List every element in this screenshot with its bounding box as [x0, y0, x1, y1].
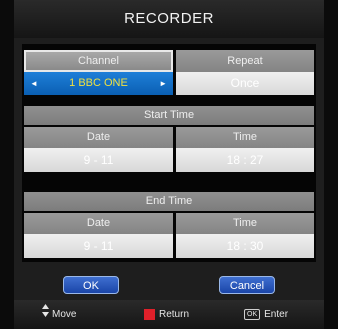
repeat-label: Repeat [227, 55, 263, 67]
start-date-label: Date [86, 131, 111, 143]
channel-header: Channel [24, 50, 173, 72]
repeat-value: Once [230, 76, 260, 90]
cancel-button[interactable]: Cancel [219, 276, 275, 294]
end-date-label: Date [86, 217, 111, 229]
enter-hint: OK Enter [244, 300, 288, 329]
start-time-title: Start Time [143, 109, 195, 121]
move-label: Move [52, 309, 77, 321]
move-hint: Move [42, 300, 76, 329]
channel-selector[interactable]: ◄ 1 BBC ONE ► [24, 72, 173, 95]
end-time-value: 18 : 30 [226, 239, 264, 253]
start-time-label: Time [232, 131, 258, 143]
red-key-icon [144, 308, 155, 320]
enter-label: Enter [264, 309, 289, 320]
ok-key-icon: OK [244, 308, 261, 320]
recorder-dialog: RECORDER Channel ◄ 1 BBC ONE ► Repeat On… [14, 0, 324, 329]
ok-button[interactable]: OK [63, 276, 119, 294]
repeat-selector[interactable]: Once [176, 72, 314, 95]
start-date-header: Date [24, 127, 173, 148]
end-time-label: Time [232, 217, 258, 229]
start-date-field[interactable]: 9 - 11 [24, 148, 173, 172]
end-date-header: Date [24, 213, 173, 234]
start-time-value: 18 : 27 [226, 153, 264, 167]
start-time-header: Start Time [24, 106, 314, 125]
channel-prev-icon[interactable]: ◄ [30, 72, 38, 95]
start-date-value: 9 - 11 [83, 153, 114, 167]
end-time-title: End Time [145, 195, 193, 207]
channel-next-icon[interactable]: ► [159, 72, 167, 95]
dialog-title: RECORDER [14, 0, 324, 38]
end-time-field[interactable]: 18 : 30 [176, 234, 314, 258]
end-time-header: End Time [24, 192, 314, 211]
repeat-header: Repeat [176, 50, 314, 72]
channel-value: 1 BBC ONE [69, 77, 128, 89]
return-hint: Return [144, 300, 189, 329]
end-time-subheader: Time [176, 213, 314, 234]
channel-label: Channel [78, 55, 119, 67]
return-label: Return [159, 309, 190, 320]
end-date-value: 9 - 11 [83, 239, 114, 253]
key-hint-bar: Move Return OK Enter [14, 300, 324, 329]
recorder-form: Channel ◄ 1 BBC ONE ► Repeat Once Start … [22, 44, 316, 262]
start-time-field[interactable]: 18 : 27 [176, 148, 314, 172]
up-down-arrow-icon [42, 300, 49, 329]
end-date-field[interactable]: 9 - 11 [24, 234, 173, 258]
start-time-subheader: Time [176, 127, 314, 148]
